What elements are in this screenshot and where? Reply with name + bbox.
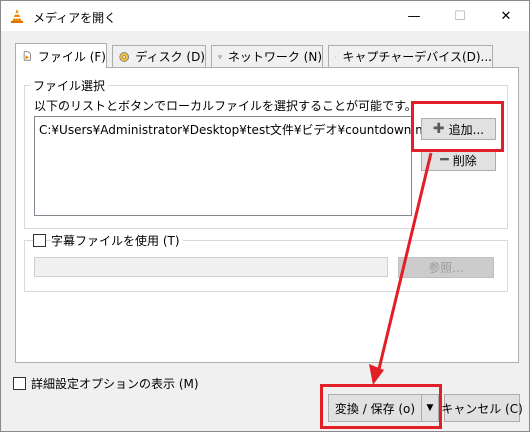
maximize-icon: ☐ xyxy=(454,8,466,24)
file-list[interactable]: C:¥Users¥Administrator¥Desktop¥test文件¥ビデ… xyxy=(34,116,441,216)
vlc-cone-icon xyxy=(11,9,23,23)
capture-device-icon xyxy=(335,56,337,57)
title-bar: メディアを開く — ☐ ✕ xyxy=(1,1,529,31)
browse-subtitle-button[interactable]: 参照... xyxy=(398,257,494,278)
open-media-dialog: メディアを開く — ☐ ✕ ファイル (F) ディスク (D) ネットワーク (… xyxy=(0,0,530,432)
tab-file-label: ファイル (F) xyxy=(37,49,106,64)
file-selection-description: 以下のリストとボタンでローカルファイルを選択することが可能です。 xyxy=(34,99,417,113)
browse-subtitle-label: 参照... xyxy=(428,261,464,275)
file-selection-label: ファイル選択 xyxy=(30,77,109,94)
cancel-label: キャンセル (C) xyxy=(441,401,523,416)
maximize-button[interactable]: ☐ xyxy=(437,1,483,31)
advanced-options-checkbox[interactable] xyxy=(13,377,26,390)
add-button-highlight xyxy=(411,101,504,152)
network-icon xyxy=(218,54,222,59)
minimize-button[interactable]: — xyxy=(391,1,437,31)
close-icon: ✕ xyxy=(500,8,512,24)
tab-disc[interactable]: ディスク (D) xyxy=(112,45,206,67)
file-icon xyxy=(23,51,31,61)
minus-icon: ━ xyxy=(440,152,449,168)
close-button[interactable]: ✕ xyxy=(483,1,529,31)
disc-icon xyxy=(119,51,130,62)
subtitle-checkbox[interactable] xyxy=(33,234,46,247)
subtitle-path-field[interactable] xyxy=(34,257,388,277)
tab-file[interactable]: ファイル (F) xyxy=(15,43,107,68)
remove-file-label: 削除 xyxy=(452,153,477,168)
tab-capture-device[interactable]: キャプチャーデバイス(D)... xyxy=(328,45,493,67)
tab-network[interactable]: ネットワーク (N) xyxy=(211,45,323,67)
convert-button-highlight xyxy=(320,384,442,429)
subtitle-checkbox-label: 字幕ファイルを使用 (T) xyxy=(51,232,183,249)
cancel-button[interactable]: キャンセル (C) xyxy=(441,394,523,422)
remove-file-button[interactable]: ━ 削除 xyxy=(421,149,496,171)
window-title: メディアを開く xyxy=(33,11,117,25)
list-item[interactable]: C:¥Users¥Administrator¥Desktop¥test文件¥ビデ… xyxy=(39,121,441,138)
minimize-icon: — xyxy=(407,8,421,24)
tab-bar: ファイル (F) ディスク (D) ネットワーク (N) キャプチャーデバイス(… xyxy=(15,43,519,68)
advanced-options-label: 詳細設定オプションの表示 (M) xyxy=(31,377,199,391)
tab-capture-device-label: キャプチャーデバイス(D)... xyxy=(342,50,492,64)
tab-network-label: ネットワーク (N) xyxy=(227,50,322,64)
tab-disc-label: ディスク (D) xyxy=(135,50,205,64)
